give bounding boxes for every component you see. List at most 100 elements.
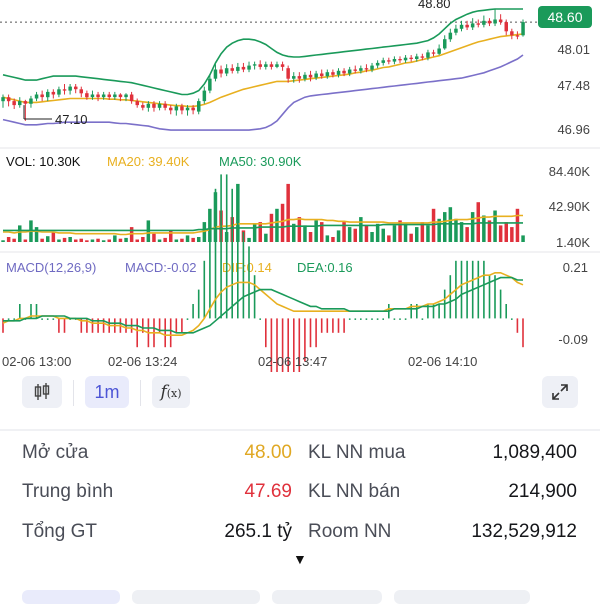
macd-histogram-bar xyxy=(460,260,463,319)
macd-histogram-bar xyxy=(343,318,345,333)
volume-bar xyxy=(482,215,486,242)
candle-body xyxy=(465,24,469,28)
candle-body xyxy=(459,24,464,29)
macd-histogram-bar xyxy=(393,318,396,320)
bottom-tab[interactable] xyxy=(272,590,382,604)
macd-histogram-bar xyxy=(231,188,233,319)
volume-bar xyxy=(113,235,117,242)
macd-histogram-bar xyxy=(360,318,362,320)
candle-body xyxy=(230,68,234,71)
candle-body xyxy=(29,98,33,104)
macd-histogram-bar xyxy=(46,318,49,320)
macd-histogram-bar xyxy=(265,318,267,348)
candle-body xyxy=(275,64,279,67)
candle-body xyxy=(113,94,117,98)
candle-body xyxy=(420,56,425,58)
volume-bar xyxy=(314,220,318,242)
macd-histogram-bar xyxy=(242,232,245,319)
macd-histogram-bar xyxy=(466,260,468,319)
macd-histogram-bar xyxy=(511,318,513,320)
candle-body xyxy=(219,69,223,74)
candle-body xyxy=(124,94,128,98)
volume-bar xyxy=(62,237,67,242)
macd-histogram-bar xyxy=(483,260,485,319)
macd-histogram-bar xyxy=(371,318,373,320)
macd-histogram-bar xyxy=(197,289,200,319)
candle-body xyxy=(174,106,179,111)
time-axis-label: 02-06 13:00 xyxy=(2,354,71,369)
volume-bar xyxy=(174,239,179,242)
volume-bar xyxy=(336,230,341,242)
candle-body xyxy=(448,32,453,40)
macd-histogram-bar xyxy=(181,318,183,333)
macd-histogram-bar xyxy=(315,318,317,348)
candle-body xyxy=(141,105,145,108)
macd-histogram-bar xyxy=(326,318,329,333)
volume-bar xyxy=(297,217,302,242)
candle-body xyxy=(191,107,195,111)
stock-chart[interactable]: 48.01 47.48 46.96 48.60 48.80 47.10 VOL: 10.30… xyxy=(0,0,600,372)
volume-tick-label: 84.40K xyxy=(549,164,591,179)
volume-ma20-label: MA20: 39.40K xyxy=(107,154,190,169)
foreign-room-label: Room NN xyxy=(308,521,392,542)
candle-body xyxy=(364,68,369,70)
candle-body xyxy=(476,23,480,25)
bottom-tab[interactable] xyxy=(132,590,260,604)
volume-bar xyxy=(347,227,352,242)
volume-bar xyxy=(387,235,391,242)
macd-histogram-bar xyxy=(7,318,10,320)
macd-histogram-bar xyxy=(41,318,43,320)
foreign-sell-value: 214,900 xyxy=(508,481,577,502)
volume-bar xyxy=(409,233,413,242)
macd-histogram-bar xyxy=(421,318,424,320)
average-value: 47.69 xyxy=(244,481,292,502)
foreign-sell-label: KL NN bán xyxy=(308,481,401,502)
candle-body xyxy=(18,101,22,106)
volume-bar xyxy=(135,239,139,242)
volume-bar xyxy=(303,225,307,242)
open-label: Mở cửa xyxy=(22,442,89,463)
volume-bar xyxy=(280,203,285,242)
interval-label: 1m xyxy=(94,381,120,402)
candle-body xyxy=(208,78,212,91)
macd-histogram-bar xyxy=(220,174,222,319)
volume-bar xyxy=(74,239,78,242)
candle-body xyxy=(409,57,413,59)
volume-bar xyxy=(375,223,380,242)
candle-body xyxy=(68,86,72,91)
bottom-tab[interactable] xyxy=(394,590,530,604)
volume-bar xyxy=(252,223,257,242)
volume-bar xyxy=(79,238,83,242)
candlestick-icon[interactable] xyxy=(22,376,62,408)
candle-body xyxy=(347,69,352,74)
stats-row: Trung bình 47.69 KL NN bán 214,900 xyxy=(0,481,600,513)
candle-body xyxy=(431,52,436,54)
chart-toolbar: 1m f(x) xyxy=(0,372,600,412)
volume-bar xyxy=(370,232,374,242)
expand-icon[interactable] xyxy=(542,376,578,408)
candle-body xyxy=(79,89,83,94)
expand-caret-icon[interactable]: ▼ xyxy=(293,551,307,567)
volume-bar xyxy=(443,212,447,242)
interval-1m-button[interactable]: 1m xyxy=(85,376,129,408)
volume-bar xyxy=(465,227,469,242)
macd-histogram-bar xyxy=(522,318,524,348)
candle-body xyxy=(325,72,330,77)
candle-body xyxy=(336,70,341,75)
macd-histogram-bar xyxy=(309,318,312,348)
volume-bar xyxy=(40,238,44,242)
stats-row: Tổng GT 265.1 tỷ Room NN 132,529,912 xyxy=(0,521,600,553)
macd-histogram-bar xyxy=(477,260,480,319)
candle-body xyxy=(90,94,95,98)
function-icon[interactable]: f(x) xyxy=(152,376,190,408)
volume-bar xyxy=(180,238,184,242)
candle-body xyxy=(443,39,447,49)
bottom-tab[interactable] xyxy=(22,590,120,604)
candle-body xyxy=(493,19,497,24)
total-value: 265.1 tỷ xyxy=(224,521,292,542)
macd-title-label: MACD(12,26,9) xyxy=(6,260,96,275)
candle-body xyxy=(12,101,16,106)
macd-histogram-bar xyxy=(13,318,15,320)
candle-body xyxy=(224,68,229,74)
candle-body xyxy=(320,73,324,77)
